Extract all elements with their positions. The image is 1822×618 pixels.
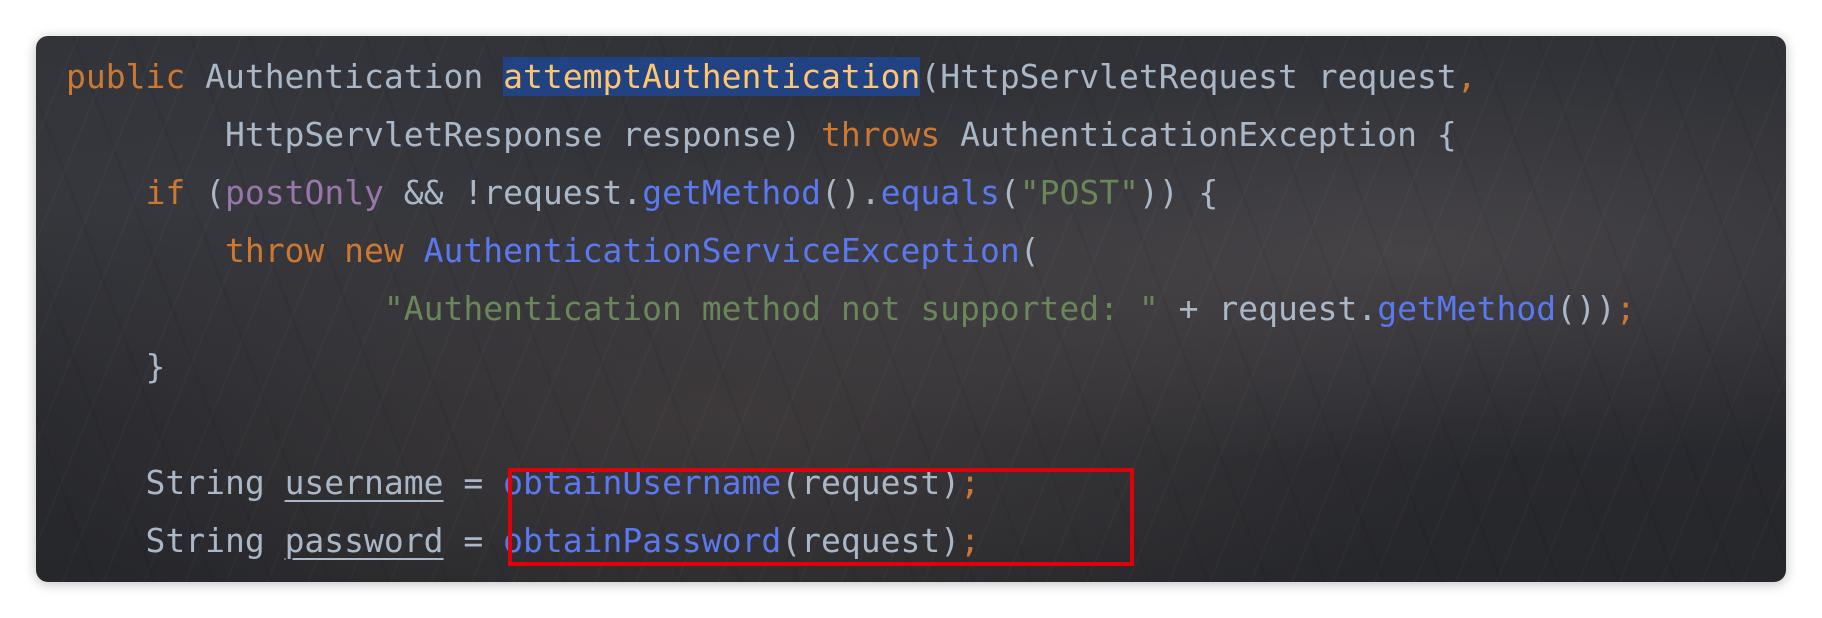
code-token-plain: (: [185, 173, 225, 212]
code-line[interactable]: public Authentication attemptAuthenticat…: [66, 48, 1636, 106]
code-token-kw: throws: [820, 115, 941, 154]
code-line[interactable]: [66, 396, 1636, 454]
code-token-plain: Authentication: [185, 57, 504, 96]
code-token-call: AuthenticationServiceException: [423, 231, 1020, 270]
code-line[interactable]: "Authentication method not supported: " …: [66, 280, 1636, 338]
code-token-plain: }: [145, 347, 166, 386]
code-token-plain: String: [145, 463, 285, 502]
code-token-plain: AuthenticationException {: [940, 115, 1457, 154]
code-line[interactable]: HttpServletResponse response) throws Aut…: [66, 106, 1636, 164]
code-token-hl-method: attemptAuthentication: [503, 57, 921, 96]
code-token-var: password: [284, 521, 444, 560]
code-token-plain: + request.: [1158, 289, 1378, 328]
code-token-plain: ()): [1556, 289, 1616, 328]
code-token-plain: (: [1019, 231, 1040, 270]
code-editor-window: public Authentication attemptAuthenticat…: [36, 36, 1786, 582]
code-token-call: equals: [880, 173, 1000, 212]
code-line[interactable]: if (postOnly && !request.getMethod().equ…: [66, 164, 1636, 222]
code-token-plain: ().: [821, 173, 881, 212]
code-token-plain: && !request.: [383, 173, 643, 212]
code-token-punc: ;: [1615, 289, 1636, 328]
code-token-plain: =: [443, 521, 504, 560]
code-token-plain: =: [443, 463, 504, 502]
code-token-plain: (HttpServletRequest request: [920, 57, 1457, 96]
code-token-field: postOnly: [224, 173, 384, 212]
code-token-call: getMethod: [1377, 289, 1557, 328]
code-token-var: username: [284, 463, 444, 502]
code-token-kw: public: [66, 57, 186, 96]
code-token-call: getMethod: [642, 173, 822, 212]
code-token-punc: ,: [1456, 57, 1477, 96]
code-token-str: "POST": [1019, 173, 1139, 212]
code-token-str: "Authentication method not supported: ": [383, 289, 1159, 328]
code-token-kw: throw: [224, 231, 325, 270]
code-line[interactable]: }: [66, 338, 1636, 396]
code-token-plain: String: [145, 521, 285, 560]
code-line[interactable]: throw new AuthenticationServiceException…: [66, 222, 1636, 280]
red-annotation-box: [508, 468, 1134, 566]
code-token-kw: if: [145, 173, 186, 212]
code-token-plain: )) {: [1138, 173, 1219, 212]
code-token-plain: HttpServletResponse response): [224, 115, 821, 154]
code-token-plain: (: [999, 173, 1020, 212]
code-token-kw: new: [344, 231, 404, 270]
